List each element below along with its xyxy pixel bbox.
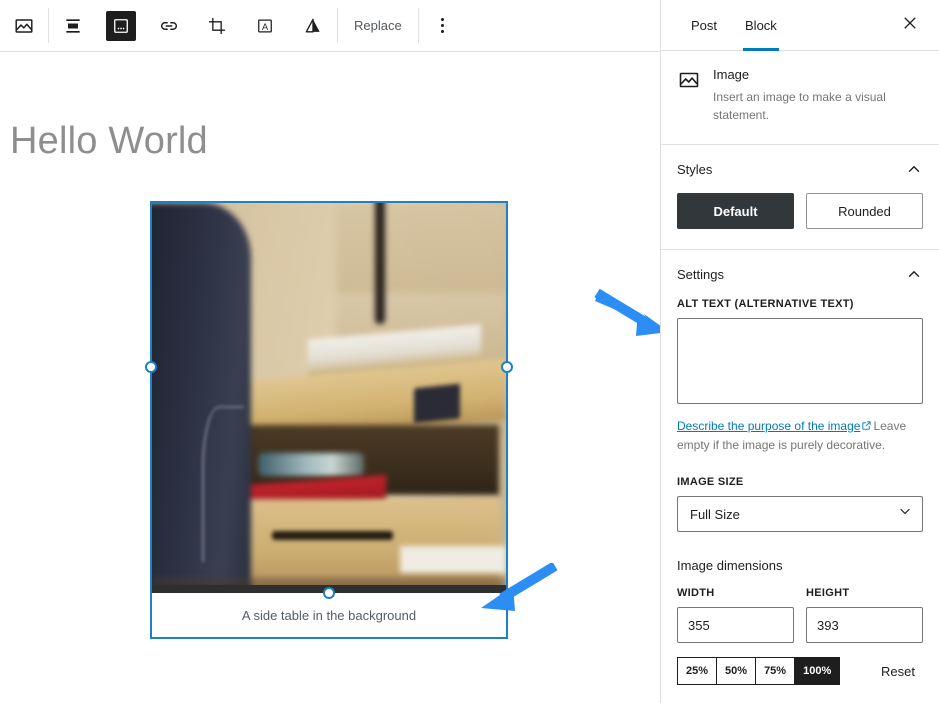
chevron-up-icon	[905, 160, 923, 178]
image-size-select-wrap: Full Size	[677, 496, 923, 532]
scale-100-button[interactable]: 100%	[794, 657, 841, 685]
photo-layer-person-print	[201, 405, 245, 562]
image-block-icon	[677, 68, 701, 92]
duotone-filter-icon-button[interactable]	[289, 0, 337, 51]
crop-icon	[202, 11, 232, 41]
scale-50-button[interactable]: 50%	[716, 657, 756, 685]
toolbar-group-formatting: A	[49, 0, 337, 51]
add-text-over-image-icon: A	[250, 11, 280, 41]
scale-presets-row: 25% 50% 75% 100% Reset	[677, 657, 923, 685]
settings-section-title: Settings	[677, 266, 724, 282]
width-field-group: WIDTH	[677, 587, 794, 643]
resize-handle-bottom[interactable]	[323, 587, 335, 599]
image-size-select[interactable]: Full Size	[677, 496, 923, 532]
toolbar-group-block-type	[0, 0, 48, 51]
more-options-button[interactable]	[419, 0, 467, 51]
settings-section-header[interactable]: Settings	[661, 250, 939, 298]
height-input[interactable]	[806, 607, 923, 643]
styles-options: Default Rounded	[661, 193, 939, 249]
style-option-rounded[interactable]: Rounded	[806, 193, 923, 229]
describe-purpose-link[interactable]: Describe the purpose of the image	[677, 419, 860, 433]
tab-block[interactable]: Block	[731, 0, 791, 51]
replace-button[interactable]: Replace	[338, 0, 418, 51]
resize-handle-left[interactable]	[145, 361, 157, 373]
photo-layer-pole	[375, 203, 386, 324]
image-dimensions-row: WIDTH HEIGHT	[677, 587, 923, 643]
reset-dimensions-button[interactable]: Reset	[873, 660, 923, 683]
image-block-editor-screen: A Replace Hello World A side table in th…	[0, 0, 939, 703]
height-field-group: HEIGHT	[806, 587, 923, 643]
image-size-label: IMAGE SIZE	[677, 476, 744, 488]
change-alignment-icon-button[interactable]	[49, 0, 97, 51]
page-title[interactable]: Hello World	[10, 120, 208, 163]
alt-text-input[interactable]	[677, 318, 923, 404]
link-icon	[154, 11, 184, 41]
block-toolbar: A Replace	[0, 0, 660, 52]
image-caption[interactable]: A side table in the background	[152, 593, 506, 637]
close-icon	[901, 14, 919, 37]
editor-canvas: Hello World A side table in the backgrou…	[0, 52, 660, 703]
styles-section: Styles Default Rounded	[661, 145, 939, 250]
resize-handle-right[interactable]	[501, 361, 513, 373]
duotone-filter-icon	[298, 11, 328, 41]
tab-post[interactable]: Post	[677, 0, 731, 50]
settings-body: ALT TEXT (ALTERNATIVE TEXT) Describe the…	[661, 298, 939, 685]
add-caption-icon-button[interactable]	[97, 0, 145, 51]
height-label: HEIGHT	[806, 587, 850, 599]
width-input[interactable]	[677, 607, 794, 643]
block-card-description: Insert an image to make a visual stateme…	[713, 90, 886, 122]
image-block-icon-button[interactable]	[0, 0, 48, 51]
scale-25-button[interactable]: 25%	[677, 657, 717, 685]
close-settings-button[interactable]	[893, 8, 927, 42]
photo-layer-drawer-handle	[272, 530, 393, 541]
scale-presets-group: 25% 50% 75% 100%	[677, 657, 841, 685]
scale-75-button[interactable]: 75%	[755, 657, 795, 685]
photo-layer-shelf-items	[258, 452, 365, 476]
crop-icon-button[interactable]	[193, 0, 241, 51]
alt-text-label: ALT TEXT (ALTERNATIVE TEXT)	[677, 298, 854, 310]
settings-section: Settings ALT TEXT (ALTERNATIVE TEXT) Des…	[661, 250, 939, 685]
image-dimensions-title: Image dimensions	[677, 558, 783, 573]
block-card-title: Image	[713, 67, 750, 82]
change-alignment-icon	[58, 11, 88, 41]
block-card: Image Insert an image to make a visual s…	[661, 51, 939, 145]
selected-image-block[interactable]: A side table in the background	[145, 201, 513, 639]
styles-section-header[interactable]: Styles	[661, 145, 939, 193]
sidebar-tabs: Post Block	[661, 0, 939, 51]
block-settings-sidebar: Post Block Image Insert an image to make…	[660, 0, 939, 703]
style-option-default[interactable]: Default	[677, 193, 794, 229]
more-vertical-icon	[441, 18, 445, 33]
photo-layer-remote	[413, 383, 460, 424]
image-block-icon	[9, 11, 39, 41]
chevron-up-icon	[905, 265, 923, 283]
add-caption-icon	[106, 10, 136, 41]
svg-text:A: A	[262, 21, 269, 31]
add-text-over-image-icon-button[interactable]: A	[241, 0, 289, 51]
photo-layer-baseboard	[399, 546, 506, 574]
external-link-icon	[861, 418, 872, 436]
styles-section-title: Styles	[677, 161, 713, 177]
link-icon-button[interactable]	[145, 0, 193, 51]
width-label: WIDTH	[677, 587, 715, 599]
alt-text-help: Describe the purpose of the image Leave e…	[677, 417, 923, 454]
image-preview[interactable]	[152, 203, 506, 593]
